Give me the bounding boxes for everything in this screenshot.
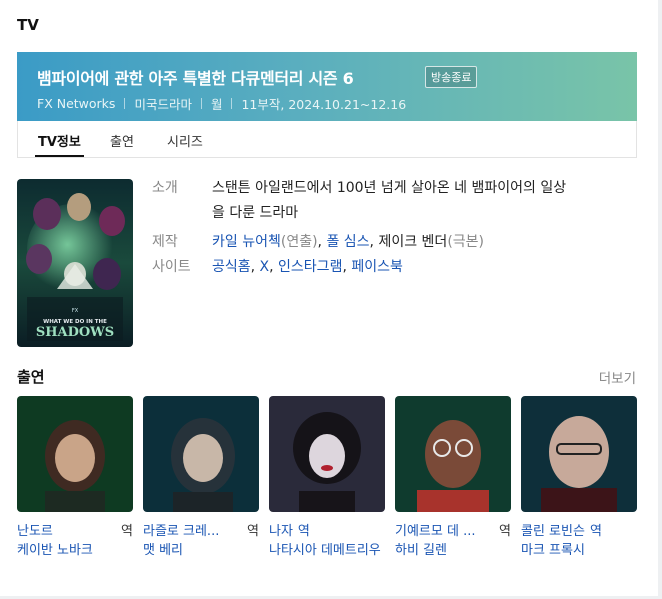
production-row: 제작 카일 뉴어첵(연출), 폴 심스, 제이크 벤더(극본)	[152, 230, 632, 255]
site-label: 사이트	[152, 259, 191, 275]
meta-divider	[231, 98, 233, 109]
production-label: 제작	[152, 234, 178, 250]
cast-photo[interactable]	[521, 396, 637, 512]
role-name-link[interactable]: 라즐로 크레...	[143, 520, 219, 539]
site-links: 공식홈, X, 인스타그램, 페이스북	[212, 255, 622, 280]
show-meta: FX Networks 미국드라마 월 11부작, 2024.10.21~12.…	[37, 94, 406, 113]
tab-series[interactable]: 시리즈	[167, 131, 203, 150]
cast-role: 기예르모 데 ... 역	[395, 520, 511, 539]
meta-genre: 미국드라마	[134, 97, 192, 112]
meta-divider	[124, 98, 126, 109]
section-title: TV	[17, 16, 39, 34]
cast-photo[interactable]	[17, 396, 133, 512]
role-name-link[interactable]: 콜린 로빈슨	[521, 520, 585, 539]
cast-photo[interactable]	[143, 396, 259, 512]
meta-network: FX Networks	[37, 96, 116, 111]
synopsis-row: 소개 스탠튼 아일랜드에서 100년 넘게 살아온 네 뱀파이어의 일상 을 다…	[152, 176, 632, 226]
cast-card[interactable]: 기예르모 데 ... 역 하비 길렌	[395, 396, 511, 560]
tab-tv-info[interactable]: TV정보	[38, 131, 81, 150]
role-name-link[interactable]: 난도르	[17, 520, 53, 539]
facebook-link[interactable]: 페이스북	[351, 259, 403, 275]
synopsis-line2: 을 다룬 드라마	[212, 205, 299, 221]
show-header: 뱀파이어에 관한 아주 특별한 다큐멘터리 시즌 6 방송종료 FX Netwo…	[17, 52, 637, 121]
role-suffix: 역	[121, 524, 133, 539]
cast-section-title: 출연	[17, 368, 45, 386]
cast-card[interactable]: 나자 역 나타시아 데메트리우	[269, 396, 385, 560]
cast-role: 라즐로 크레... 역	[143, 520, 259, 539]
director-link[interactable]: 카일 뉴어첵	[212, 234, 281, 250]
cast-role: 난도르 역	[17, 520, 133, 539]
cast-photo[interactable]	[269, 396, 385, 512]
production-credits: 카일 뉴어첵(연출), 폴 심스, 제이크 벤더(극본)	[212, 230, 622, 255]
cast-card[interactable]: 난도르 역 케이반 노바크	[17, 396, 133, 560]
show-title[interactable]: 뱀파이어에 관한 아주 특별한 다큐멘터리 시즌 6	[37, 65, 354, 89]
meta-episodes: 11부작, 2024.10.21~12.16	[241, 97, 407, 112]
status-badge: 방송종료	[425, 66, 478, 88]
poster-network-logo: FX	[72, 308, 79, 314]
director-role: (연출)	[280, 234, 318, 250]
site-separator: ,	[269, 259, 279, 275]
meta-divider	[200, 98, 202, 109]
x-link[interactable]: X	[260, 259, 270, 275]
role-name-link[interactable]: 나자	[269, 520, 293, 539]
active-tab-indicator	[35, 155, 84, 157]
actor-name-link[interactable]: 마크 프록시	[521, 542, 637, 560]
synopsis-label: 소개	[152, 180, 178, 196]
writer-name-2: 제이크 벤더	[378, 234, 448, 250]
synopsis-text: 스탠튼 아일랜드에서 100년 넘게 살아온 네 뱀파이어의 일상 을 다룬 드…	[212, 176, 622, 226]
writer-link-1[interactable]: 폴 심스	[326, 234, 369, 250]
cast-photo[interactable]	[395, 396, 511, 512]
cast-role: 콜린 로빈슨 역	[521, 520, 637, 539]
role-suffix: 역	[247, 524, 259, 539]
synopsis-line1: 스탠튼 아일랜드에서 100년 넘게 살아온 네 뱀파이어의 일상	[212, 180, 567, 196]
meta-airday: 월	[210, 97, 223, 112]
site-row: 사이트 공식홈, X, 인스타그램, 페이스북	[152, 255, 632, 280]
actor-name-link[interactable]: 맷 베리	[143, 542, 259, 560]
cast-card[interactable]: 라즐로 크레... 역 맷 베리	[143, 396, 259, 560]
official-site-link[interactable]: 공식홈	[212, 259, 251, 275]
actor-name-link[interactable]: 하비 길렌	[395, 542, 511, 560]
tab-bar: TV정보 출연 시리즈	[17, 121, 637, 158]
role-name-link[interactable]: 기예르모 데 ...	[395, 520, 475, 539]
poster-title-main: SHADOWS	[36, 325, 114, 340]
actor-name-link[interactable]: 케이반 노바크	[17, 542, 133, 560]
more-link[interactable]: 더보기	[599, 367, 636, 387]
site-separator: ,	[250, 259, 260, 275]
cast-card[interactable]: 콜린 로빈슨 역 마크 프록시	[521, 396, 637, 560]
role-suffix: 역	[499, 524, 511, 539]
cast-role: 나자 역	[269, 520, 385, 539]
tab-cast[interactable]: 출연	[110, 131, 134, 150]
poster-image[interactable]: FX WHAT WE DO IN THE SHADOWS	[17, 179, 133, 347]
tv-info-panel: TV 뱀파이어에 관한 아주 특별한 다큐멘터리 시즌 6 방송종료 FX Ne…	[0, 0, 662, 599]
writer-role: (극본)	[447, 234, 484, 250]
instagram-link[interactable]: 인스타그램	[278, 259, 342, 275]
actor-name-link[interactable]: 나타시아 데메트리우	[269, 542, 385, 560]
